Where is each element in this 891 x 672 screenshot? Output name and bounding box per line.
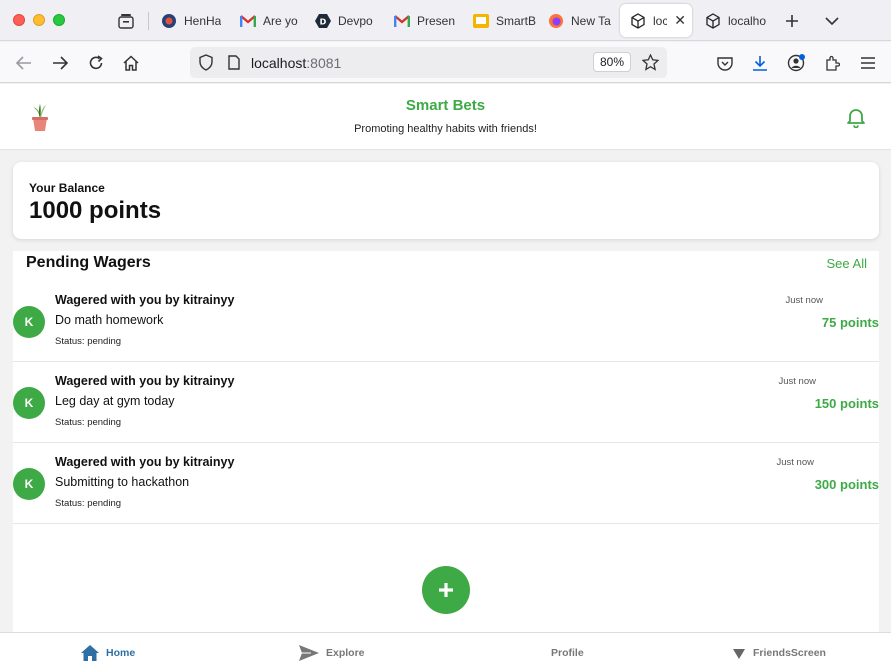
wager-status: Status: pending: [55, 336, 122, 347]
minimize-window-button[interactable]: [33, 14, 45, 26]
section-title: Pending Wagers: [26, 254, 151, 271]
plus-icon: [439, 583, 453, 597]
cube-icon: [705, 12, 721, 29]
avatar: K: [13, 306, 45, 338]
wager-row[interactable]: K Wagered with you by kitrainyy Do math …: [13, 281, 879, 362]
account-icon[interactable]: [783, 50, 809, 76]
back-arrow-icon[interactable]: [11, 50, 37, 76]
avatar: K: [13, 387, 45, 419]
url-host: localhost: [251, 55, 307, 71]
triangle-down-icon: [733, 649, 745, 659]
wager-title: Wagered with you by kitrainyy: [55, 455, 235, 469]
wager-description: Submitting to hackathon: [55, 475, 190, 489]
browser-tab-localhost-active[interactable]: loca ✕: [620, 4, 692, 37]
wager-points: 300 points: [814, 477, 879, 492]
url-text[interactable]: localhost:8081: [251, 55, 341, 71]
shield-icon[interactable]: [198, 54, 214, 76]
gmail-icon: [240, 13, 256, 29]
browser-tab-bar: HenHa Are yo D Devpo Presen SmartB New T…: [0, 0, 891, 41]
see-all-link[interactable]: See All: [827, 256, 867, 271]
app-title: Smart Bets: [405, 97, 486, 114]
browser-tab-henha[interactable]: HenHa: [151, 4, 225, 37]
browser-tab-presentation[interactable]: Presen: [384, 4, 462, 37]
forward-arrow-icon[interactable]: [47, 50, 73, 76]
extensions-icon[interactable]: [819, 50, 845, 76]
tab-home[interactable]: Home: [80, 633, 135, 672]
firefox-icon: [548, 13, 564, 29]
home-icon: [81, 645, 99, 661]
browser-tab-localhost[interactable]: localho: [695, 4, 767, 37]
gmail-icon: [394, 13, 410, 29]
close-tab-icon[interactable]: ✕: [674, 12, 686, 29]
url-bar[interactable]: localhost:8081 80%: [190, 47, 667, 78]
tab-explore[interactable]: Explore: [298, 633, 365, 672]
add-wager-button[interactable]: [422, 566, 470, 614]
wager-time: Just now: [778, 376, 817, 387]
browser-tab-are-you[interactable]: Are yo: [230, 4, 304, 37]
zoom-level-badge[interactable]: 80%: [593, 52, 632, 72]
browser-tab-smartbets-slides[interactable]: SmartB: [463, 4, 537, 37]
browser-nav-bar: localhost:8081 80%: [0, 42, 891, 83]
tab-label: FriendsScreen: [753, 647, 826, 659]
wager-title: Wagered with you by kitrainyy: [55, 293, 235, 307]
downloads-icon[interactable]: [747, 50, 773, 76]
app-header: Smart Bets Promoting healthy habits with…: [0, 84, 891, 150]
devpost-icon: D: [315, 13, 331, 29]
reload-icon[interactable]: [83, 50, 109, 76]
tab-separator: [148, 12, 149, 30]
tab-label: Home: [106, 647, 136, 659]
browser-tab-devpost[interactable]: D Devpo: [305, 4, 383, 37]
tab-list-chevron-icon[interactable]: [820, 9, 844, 33]
wager-status: Status: pending: [55, 498, 122, 509]
wager-points: 150 points: [814, 396, 879, 411]
wager-time: Just now: [776, 457, 815, 468]
wager-description: Leg day at gym today: [55, 394, 175, 408]
wager-description: Do math homework: [55, 313, 164, 327]
bottom-tab-nav: Home Explore Profile FriendsScreen: [0, 632, 891, 672]
url-port: :8081: [306, 55, 342, 71]
new-tab-icon[interactable]: [780, 9, 804, 33]
balance-card: Your Balance 1000 points: [13, 162, 879, 239]
svg-text:D: D: [320, 17, 327, 26]
balance-label: Your Balance: [29, 181, 105, 195]
send-icon: [299, 645, 319, 661]
bookmark-star-icon[interactable]: [641, 53, 660, 76]
close-window-button[interactable]: [13, 14, 25, 26]
maximize-window-button[interactable]: [53, 14, 65, 26]
tab-groups-icon[interactable]: [114, 9, 138, 33]
tab-label: Profile: [551, 647, 584, 659]
tab-profile[interactable]: Profile: [551, 633, 584, 672]
wager-points: 75 points: [821, 315, 879, 330]
globe-icon: [161, 13, 177, 29]
pocket-icon[interactable]: [712, 50, 738, 76]
avatar: K: [13, 468, 45, 500]
wager-time: Just now: [785, 295, 824, 306]
hamburger-menu-icon[interactable]: [855, 50, 881, 76]
balance-value: 1000 points: [29, 197, 162, 224]
app-subtitle: Promoting healthy habits with friends!: [354, 123, 537, 135]
wager-title: Wagered with you by kitrainyy: [55, 374, 235, 388]
wager-status: Status: pending: [55, 417, 122, 428]
cube-icon: [630, 12, 646, 29]
tab-label: Explore: [326, 647, 365, 659]
page-icon[interactable]: [228, 55, 240, 75]
home-icon[interactable]: [118, 50, 144, 76]
slides-icon: [473, 13, 489, 29]
browser-tab-new-tab[interactable]: New Ta: [538, 4, 616, 37]
bell-icon[interactable]: [845, 106, 867, 129]
wager-row[interactable]: K Wagered with you by kitrainyy Leg day …: [13, 362, 879, 443]
tab-friends-screen[interactable]: FriendsScreen: [731, 633, 826, 672]
wager-row[interactable]: K Wagered with you by kitrainyy Submitti…: [13, 443, 879, 524]
